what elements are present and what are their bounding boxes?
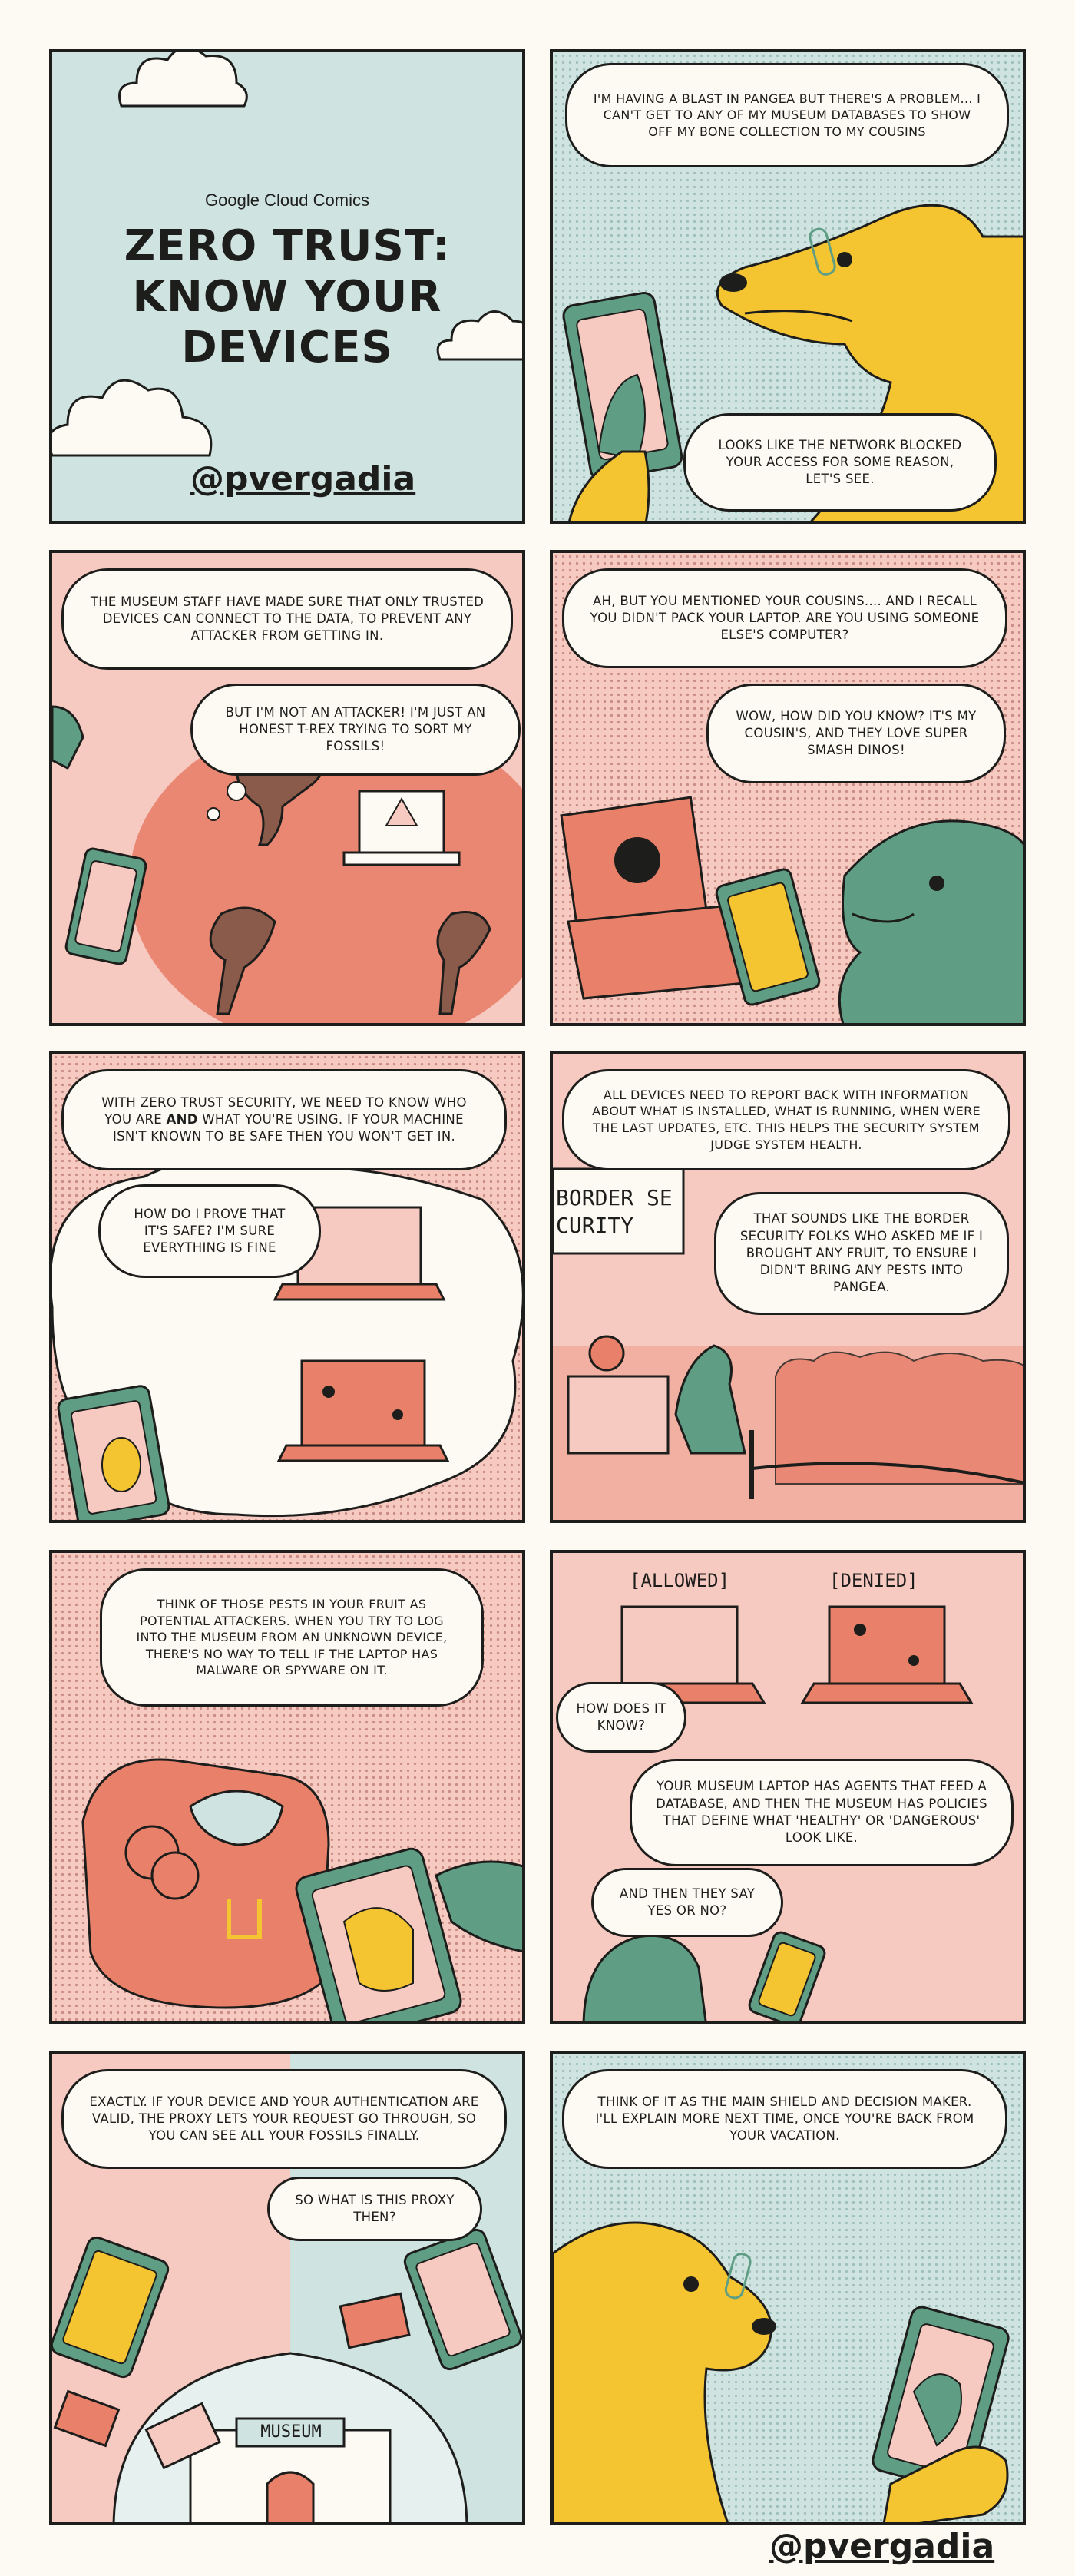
panel-7: Think of those pests in your fruit as po… <box>49 1550 525 2024</box>
museum-sign: MUSEUM <box>260 2422 322 2442</box>
speech-bubble-dog: Exactly. If your device and your authent… <box>61 2069 507 2169</box>
allowed-label: [ALLOWED] <box>630 1570 730 1591</box>
speech-bubble-dino: But I'm not an attacker! I'm just an hon… <box>190 684 521 776</box>
speech-bubble-dog: With zero trust security, we need to kno… <box>61 1069 507 1170</box>
brand-label: Google Cloud Comics <box>205 190 369 210</box>
cloud-top <box>118 52 248 108</box>
speech-bubble-dog: Looks like the network blocked your acce… <box>683 413 997 512</box>
bubble-text-b: what you're using. If your machine isn't… <box>112 1111 464 1144</box>
bubble-text-and: and <box>166 1111 198 1127</box>
speech-bubble-dino: That sounds like the border security fol… <box>714 1192 1009 1315</box>
panel-10: Think of it as the main shield and decis… <box>550 2051 1026 2525</box>
speech-bubble-dog: Think of it as the main shield and decis… <box>562 2069 1007 2169</box>
panel-6: BORDER SECURITY All devices need to repo… <box>550 1051 1026 1523</box>
title-line-3: DEVICES <box>181 323 393 372</box>
title-line-2: KNOW YOUR <box>132 272 442 322</box>
speech-bubble-dino: I'm having a blast in Pangea but there's… <box>565 63 1009 167</box>
speech-bubble-dog: Ah, but you mentioned your cousins.... a… <box>562 568 1007 668</box>
panel-4: Ah, but you mentioned your cousins.... a… <box>550 550 1026 1026</box>
footer-author-handle[interactable]: @pvergadia <box>769 2527 994 2566</box>
speech-bubble-dog: All devices need to report back with inf… <box>562 1069 1011 1170</box>
speech-bubble-dino: How does it know? <box>556 1682 686 1753</box>
panel-1: Google Cloud Comics ZERO TRUST: KNOW YOU… <box>49 49 525 524</box>
denied-label: [DENIED] <box>829 1570 918 1591</box>
speech-bubble-dino: Wow, how did you know? It's my cousin's,… <box>706 684 1006 783</box>
speech-bubble-dog: Think of those pests in your fruit as po… <box>100 1568 484 1707</box>
panel-2: I'm having a blast in Pangea but there's… <box>550 49 1026 524</box>
speech-bubble-dino: So what is this proxy then? <box>267 2177 482 2241</box>
author-handle[interactable]: @pvergadia <box>190 459 415 498</box>
speech-bubble-dog: Your museum laptop has agents that feed … <box>630 1759 1014 1866</box>
panel-3: The museum staff have made sure that onl… <box>49 550 525 1026</box>
title-line-1: ZERO TRUST: <box>124 221 451 271</box>
border-security-sign: BORDER SECURITY <box>556 1185 673 1239</box>
speech-bubble-dino: How do I prove that it's safe? I'm sure … <box>98 1184 321 1278</box>
panel-9: MUSEUM Exactly. If your device and your … <box>49 2051 525 2525</box>
speech-bubble-dog: The museum staff have made sure that onl… <box>61 568 513 670</box>
panel-5: With zero trust security, we need to kno… <box>49 1051 525 1523</box>
speech-bubble-dino: And then they say yes or no? <box>591 1868 783 1937</box>
panel-8: [ALLOWED] [DENIED] How does it know? You… <box>550 1550 1026 2024</box>
